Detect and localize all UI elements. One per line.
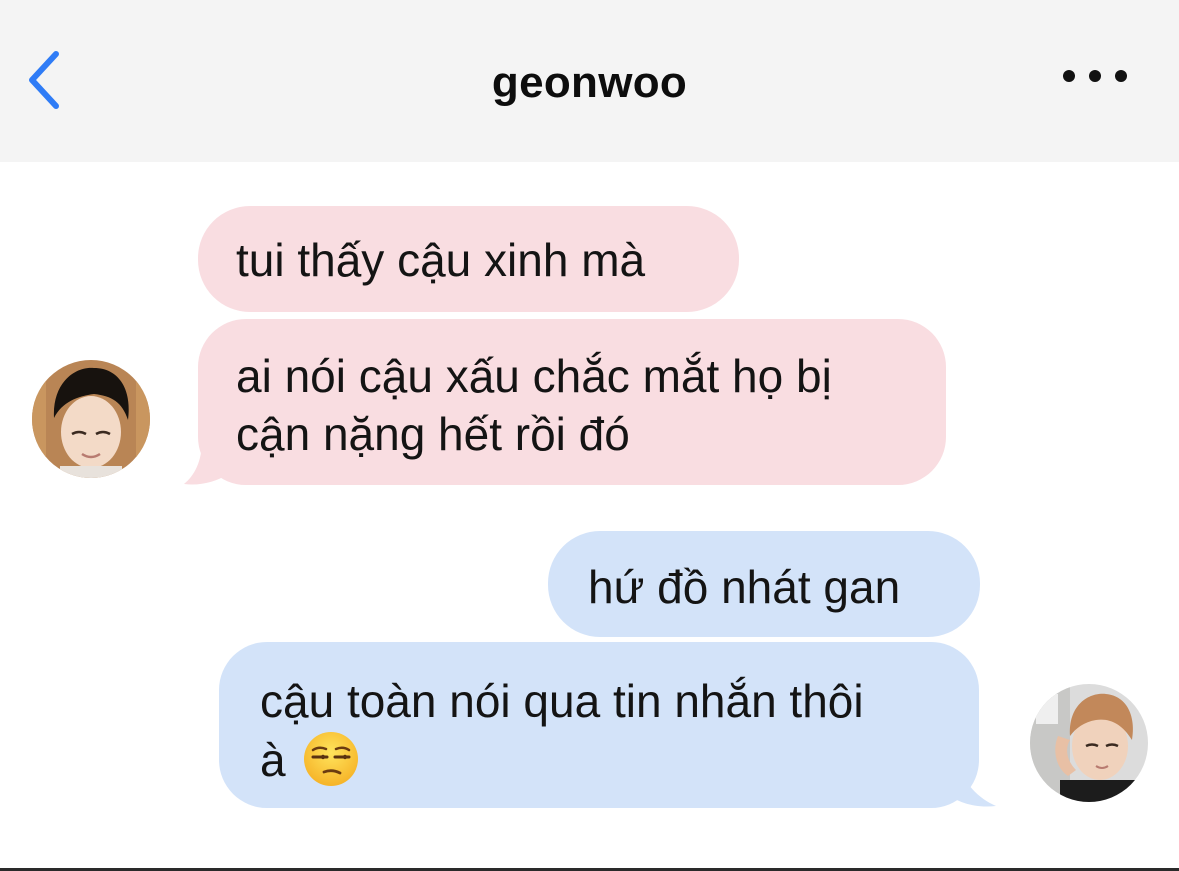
- unamused-face-icon: [304, 732, 359, 786]
- message-text-fragment: à: [260, 734, 286, 786]
- message-text-line: hứ đồ nhát gan: [588, 561, 901, 613]
- user-avatar[interactable]: [1030, 684, 1148, 802]
- more-options-button[interactable]: [1060, 62, 1130, 90]
- message-text-line: ai nói cậu xấu chắc mắt họ bị: [236, 350, 832, 402]
- ellipsis-icon: [1063, 70, 1127, 82]
- incoming-message-bubble[interactable]: ai nói cậu xấu chắc mắt họ bị cận nặng h…: [198, 319, 946, 485]
- chat-header: geonwoo: [0, 0, 1179, 162]
- outgoing-message-bubble[interactable]: hứ đồ nhát gan: [548, 531, 980, 637]
- chat-title[interactable]: geonwoo: [0, 58, 1179, 108]
- message-text-line: cậu toàn nói qua tin nhắn thôi: [260, 675, 864, 727]
- message-text-line: cận nặng hết rồi đó: [236, 408, 630, 460]
- contact-avatar[interactable]: [32, 360, 150, 478]
- message-text-line: à: [260, 730, 949, 789]
- incoming-message-bubble[interactable]: tui thấy cậu xinh mà: [198, 206, 739, 312]
- message-text-line: tui thấy cậu xinh mà: [236, 234, 646, 286]
- outgoing-message-bubble[interactable]: cậu toàn nói qua tin nhắn thôi à: [219, 642, 979, 808]
